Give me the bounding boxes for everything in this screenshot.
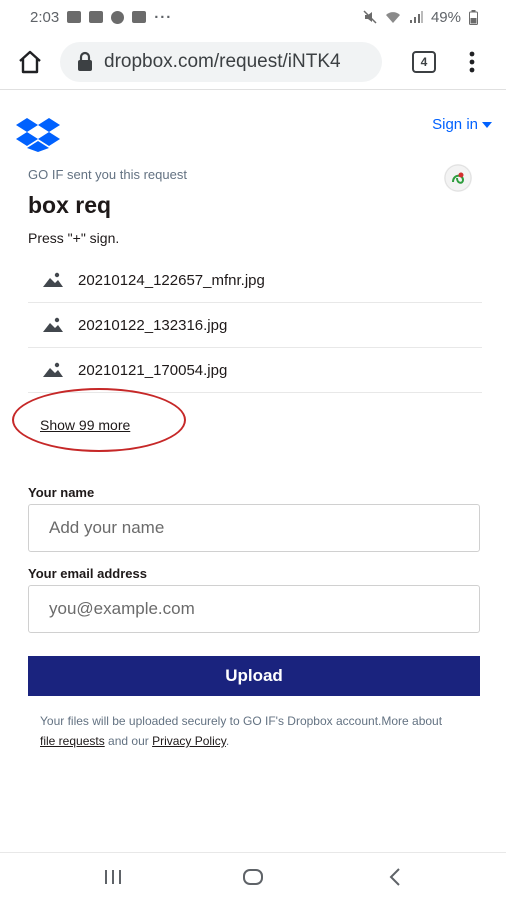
battery-icon: [469, 9, 478, 25]
image-file-icon: [43, 362, 63, 377]
url-bar[interactable]: dropbox.com/request/iNTK4: [60, 42, 382, 82]
email-field[interactable]: [28, 585, 480, 633]
video-notification-icon: [89, 11, 104, 23]
signal-icon: [409, 11, 423, 23]
footer-text-before: Your files will be uploaded securely to …: [40, 714, 443, 728]
list-item[interactable]: 20210122_132316.jpg: [28, 303, 482, 348]
battery-percent: 49%: [430, 8, 461, 26]
request-description: Press "+" sign.: [28, 230, 120, 246]
footer-text-after: .: [225, 734, 230, 748]
status-time: 2:03: [30, 8, 60, 26]
recents-icon[interactable]: [101, 865, 125, 889]
name-field[interactable]: [28, 504, 480, 552]
list-item[interactable]: 20210121_170054.jpg: [28, 348, 482, 393]
system-nav-bar: [0, 853, 506, 900]
more-vert-icon[interactable]: [462, 50, 482, 74]
mute-icon: [363, 10, 377, 24]
upload-button[interactable]: Upload: [28, 656, 480, 696]
sign-in-link[interactable]: Sign in: [432, 116, 492, 133]
viber-notification-icon: [111, 10, 125, 24]
show-more-link[interactable]: Show 99 more: [40, 417, 130, 433]
home-nav-icon[interactable]: [241, 865, 265, 889]
page-title: box req: [28, 192, 112, 218]
browser-toolbar: dropbox.com/request/iNTK4 4: [0, 36, 506, 88]
file-name: 20210122_132316.jpg: [78, 316, 228, 334]
privacy-policy-link[interactable]: Privacy Policy: [152, 734, 226, 748]
footer-text-middle: and our: [104, 734, 153, 748]
caret-down-icon: [482, 121, 492, 128]
file-name: 20210121_170054.jpg: [78, 361, 228, 379]
footer-note: Your files will be uploaded securely to …: [40, 711, 460, 751]
status-right: 49%: [363, 9, 478, 26]
toolbar-divider: [0, 89, 506, 90]
sender-line: GO IF sent you this request: [28, 167, 187, 182]
email-label: Your email address: [28, 566, 147, 581]
status-left: 2:03 ···: [30, 9, 172, 26]
avatar: [444, 164, 472, 192]
more-notifications-icon: ···: [154, 8, 173, 26]
file-name: 20210124_122657_mfnr.jpg: [78, 271, 265, 289]
youtube-notification-icon: [132, 11, 147, 23]
home-icon[interactable]: [16, 48, 44, 76]
dropbox-logo[interactable]: [16, 116, 60, 152]
back-icon[interactable]: [384, 865, 408, 889]
url-text: dropbox.com/request/iNTK4: [104, 51, 341, 72]
name-label: Your name: [28, 485, 95, 500]
image-file-icon: [43, 317, 63, 332]
file-list: 20210124_122657_mfnr.jpg 20210122_132316…: [28, 258, 482, 393]
list-item[interactable]: 20210124_122657_mfnr.jpg: [28, 258, 482, 303]
tab-count: 4: [420, 55, 428, 69]
lock-icon: [78, 51, 92, 71]
image-file-icon: [43, 272, 63, 287]
status-bar: 2:03 ··· 49%: [0, 0, 506, 34]
tabs-icon[interactable]: 4: [412, 51, 436, 73]
wifi-icon: [385, 12, 400, 23]
file-requests-link[interactable]: file requests: [40, 734, 105, 748]
sign-in-label: Sign in: [432, 116, 478, 133]
gallery-notification-icon: [67, 11, 82, 23]
